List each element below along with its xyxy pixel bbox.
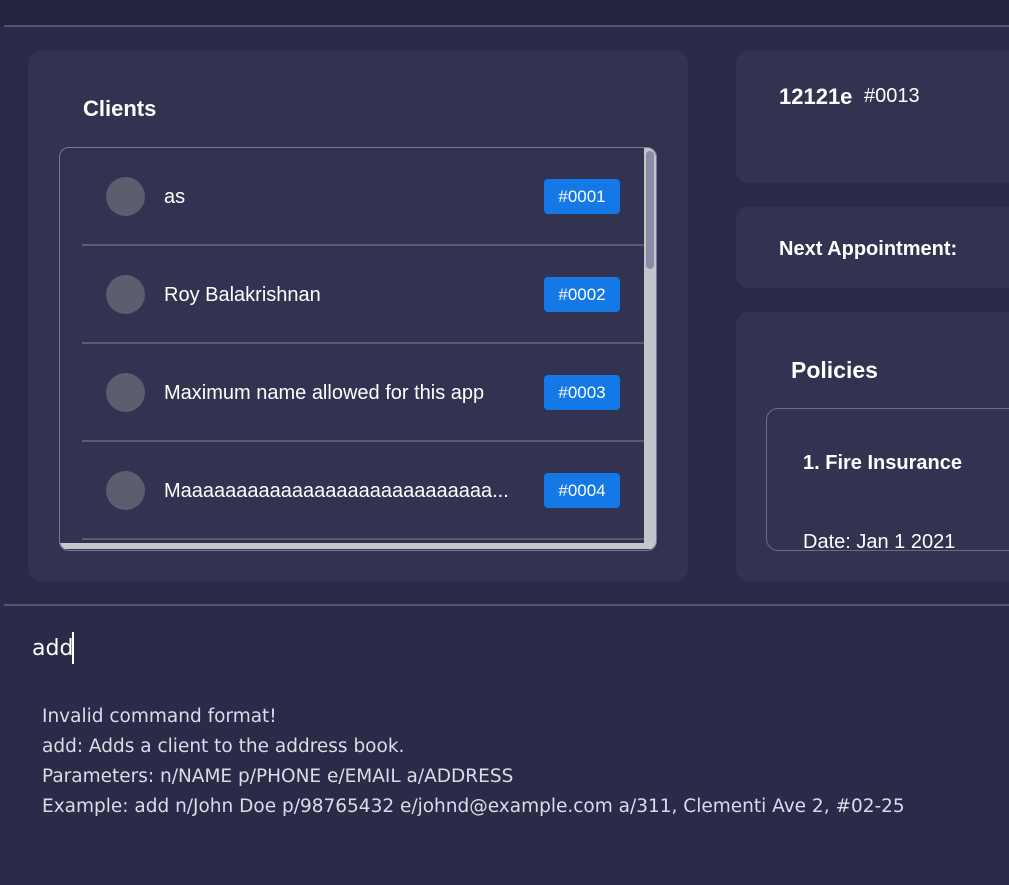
result-line: add: Adds a client to the address book. bbox=[42, 736, 405, 757]
next-appointment-label: Next Appointment: bbox=[779, 238, 958, 260]
clients-panel: Clients as #0001 Roy Balakrishnan #0002 … bbox=[28, 51, 688, 581]
client-id-badge: #0003 bbox=[544, 375, 620, 410]
top-divider bbox=[4, 25, 1009, 27]
policy-list[interactable]: 1. Fire Insurance Date: Jan 1 2021 bbox=[766, 408, 1009, 551]
vertical-scrollbar[interactable] bbox=[644, 148, 656, 546]
client-detail-name: 12121e bbox=[779, 84, 853, 109]
scrollbar-thumb[interactable] bbox=[646, 151, 654, 269]
client-name: Roy Balakrishnan bbox=[164, 284, 321, 306]
horizontal-scrollbar[interactable] bbox=[60, 543, 656, 549]
client-list-item[interactable]: as #0001 bbox=[82, 148, 644, 246]
client-id-badge: #0001 bbox=[544, 179, 620, 214]
client-list-item[interactable]: Maximum name allowed for this app #0003 bbox=[82, 344, 644, 442]
clients-title: Clients bbox=[83, 96, 157, 121]
client-detail-header: 12121e #0013 bbox=[736, 51, 1009, 183]
policy-title: 1. Fire Insurance bbox=[803, 452, 962, 474]
command-input[interactable] bbox=[28, 628, 932, 668]
command-divider bbox=[4, 604, 1009, 606]
result-display: Invalid command format! add: Adds a clie… bbox=[42, 702, 905, 822]
client-list[interactable]: as #0001 Roy Balakrishnan #0002 Maximum … bbox=[59, 147, 657, 551]
client-name: Maaaaaaaaaaaaaaaaaaaaaaaaaaaa... bbox=[164, 480, 509, 502]
policies-title: Policies bbox=[791, 357, 878, 383]
policies-panel: Policies 1. Fire Insurance Date: Jan 1 2… bbox=[736, 312, 1009, 581]
avatar bbox=[106, 177, 145, 216]
client-name: as bbox=[164, 186, 186, 208]
client-detail-id: #0013 bbox=[864, 85, 920, 107]
client-list-item[interactable]: Roy Balakrishnan #0002 bbox=[82, 246, 644, 344]
result-line: Invalid command format! bbox=[42, 706, 277, 727]
policy-date: Date: Jan 1 2021 bbox=[803, 531, 956, 551]
client-id-badge: #0002 bbox=[544, 277, 620, 312]
avatar bbox=[106, 373, 145, 412]
avatar bbox=[106, 471, 145, 510]
client-name: Maximum name allowed for this app bbox=[164, 382, 485, 404]
text-cursor bbox=[72, 632, 74, 664]
avatar bbox=[106, 275, 145, 314]
appointment-panel: Next Appointment: bbox=[736, 207, 1009, 288]
top-bar bbox=[0, 0, 1009, 26]
client-list-item[interactable]: Maaaaaaaaaaaaaaaaaaaaaaaaaaaa... #0004 bbox=[82, 442, 644, 540]
client-id-badge: #0004 bbox=[544, 473, 620, 508]
result-line: Parameters: n/NAME p/PHONE e/EMAIL a/ADD… bbox=[42, 766, 514, 787]
row-divider bbox=[82, 538, 644, 540]
result-line: Example: add n/John Doe p/98765432 e/joh… bbox=[42, 796, 905, 817]
